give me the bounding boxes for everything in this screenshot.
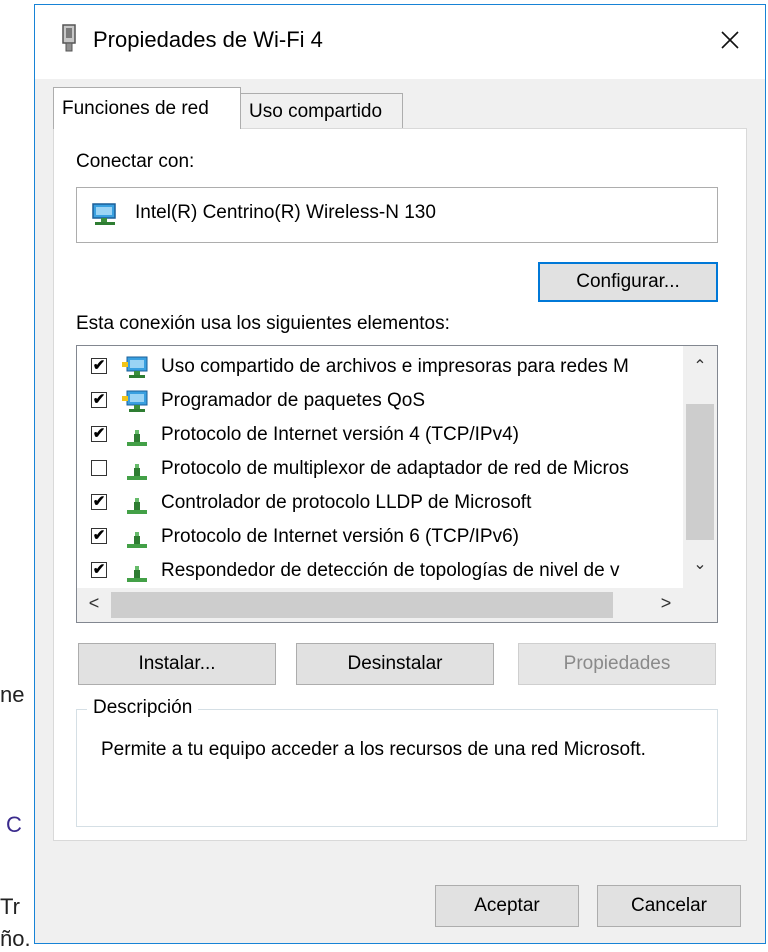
list-item-label: Protocolo de Internet versión 6 (TCP/IPv… <box>161 526 519 547</box>
list-item-label: Protocolo de multiplexor de adaptador de… <box>161 458 629 479</box>
description-legend: Descripción <box>87 697 199 719</box>
list-item-label: Programador de paquetes QoS <box>161 390 426 411</box>
network-adapter-icon <box>59 23 79 58</box>
scroll-down-icon[interactable]: ⌄ <box>683 554 717 574</box>
checkbox[interactable]: ✔ <box>91 392 107 408</box>
close-button[interactable] <box>695 5 765 79</box>
background-text-fragment: ño. <box>0 926 31 951</box>
list-item[interactable]: ✔ Programador de paquetes QoS <box>77 384 683 418</box>
scroll-right-icon[interactable]: > <box>649 593 683 614</box>
scrollbar-corner <box>683 588 717 622</box>
list-item-label: Uso compartido de archivos e impresoras … <box>161 356 629 377</box>
scroll-up-icon[interactable]: ⌃ <box>683 356 717 376</box>
horizontal-scroll-thumb[interactable] <box>111 592 613 618</box>
protocol-icon <box>121 524 153 554</box>
list-item-label: Respondedor de detección de topologías d… <box>161 560 620 581</box>
connect-using-label: Conectar con: <box>76 151 195 172</box>
vertical-scrollbar[interactable]: ⌃ ⌄ <box>683 346 717 588</box>
title-bar[interactable]: Propiedades de Wi-Fi 4 <box>35 5 765 79</box>
cancel-button[interactable]: Cancelar <box>597 885 741 927</box>
ok-button[interactable]: Aceptar <box>435 885 579 927</box>
networking-panel: Conectar con: Intel(R) Centrino(R) Wirel… <box>53 128 747 841</box>
list-item[interactable]: ✔ Uso compartido de archivos e impresora… <box>77 350 683 384</box>
vertical-scroll-thumb[interactable] <box>686 404 714 540</box>
description-text: Permite a tu equipo acceder a los recurs… <box>101 739 646 760</box>
network-adapter-icon <box>91 202 119 233</box>
list-item-label: Protocolo de Internet versión 4 (TCP/IPv… <box>161 424 519 445</box>
install-button[interactable]: Instalar... <box>78 643 276 685</box>
uninstall-button[interactable]: Desinstalar <box>296 643 494 685</box>
list-item[interactable]: ✔ Respondedor de detección de topologías… <box>77 554 683 588</box>
properties-button[interactable]: Propiedades <box>518 643 716 685</box>
checkbox[interactable]: ✔ <box>91 562 107 578</box>
protocol-icon <box>121 422 153 452</box>
scroll-left-icon[interactable]: < <box>77 593 111 614</box>
network-client-icon <box>121 388 153 418</box>
items-label: Esta conexión usa los siguientes element… <box>76 313 450 334</box>
tab-networking[interactable]: Funciones de red <box>53 87 241 129</box>
background-text-fragment: Tr <box>0 894 20 919</box>
background-link-fragment: C <box>6 812 22 837</box>
adapter-name: Intel(R) Centrino(R) Wireless-N 130 <box>135 202 436 223</box>
adapter-field: Intel(R) Centrino(R) Wireless-N 130 <box>76 187 718 243</box>
wifi-properties-dialog: Propiedades de Wi-Fi 4 Funciones de red … <box>34 4 766 944</box>
checkbox[interactable]: ✔ <box>91 426 107 442</box>
list-item[interactable]: ✔ Controlador de protocolo LLDP de Micro… <box>77 486 683 520</box>
checkbox[interactable]: ✔ <box>91 528 107 544</box>
checkbox[interactable]: ✔ <box>91 358 107 374</box>
checkbox[interactable] <box>91 460 107 476</box>
close-icon <box>720 30 740 55</box>
dialog-title: Propiedades de Wi-Fi 4 <box>93 27 323 52</box>
list-item[interactable]: ✔ Protocolo de Internet versión 4 (TCP/I… <box>77 418 683 452</box>
components-list[interactable]: ✔ Uso compartido de archivos e impresora… <box>76 345 718 623</box>
protocol-icon <box>121 490 153 520</box>
network-client-icon <box>121 354 153 384</box>
checkbox[interactable]: ✔ <box>91 494 107 510</box>
list-item-label: Controlador de protocolo LLDP de Microso… <box>161 492 532 513</box>
tab-sharing[interactable]: Uso compartido <box>241 93 403 129</box>
protocol-icon <box>121 558 153 588</box>
description-group: Descripción Permite a tu equipo acceder … <box>76 697 718 827</box>
configure-button[interactable]: Configurar... <box>538 262 718 302</box>
background-text-fragment: ne <box>0 682 25 707</box>
protocol-icon <box>121 456 153 486</box>
horizontal-scrollbar[interactable]: < > <box>77 588 683 622</box>
list-item[interactable]: Protocolo de multiplexor de adaptador de… <box>77 452 683 486</box>
list-item[interactable]: ✔ Protocolo de Internet versión 6 (TCP/I… <box>77 520 683 554</box>
